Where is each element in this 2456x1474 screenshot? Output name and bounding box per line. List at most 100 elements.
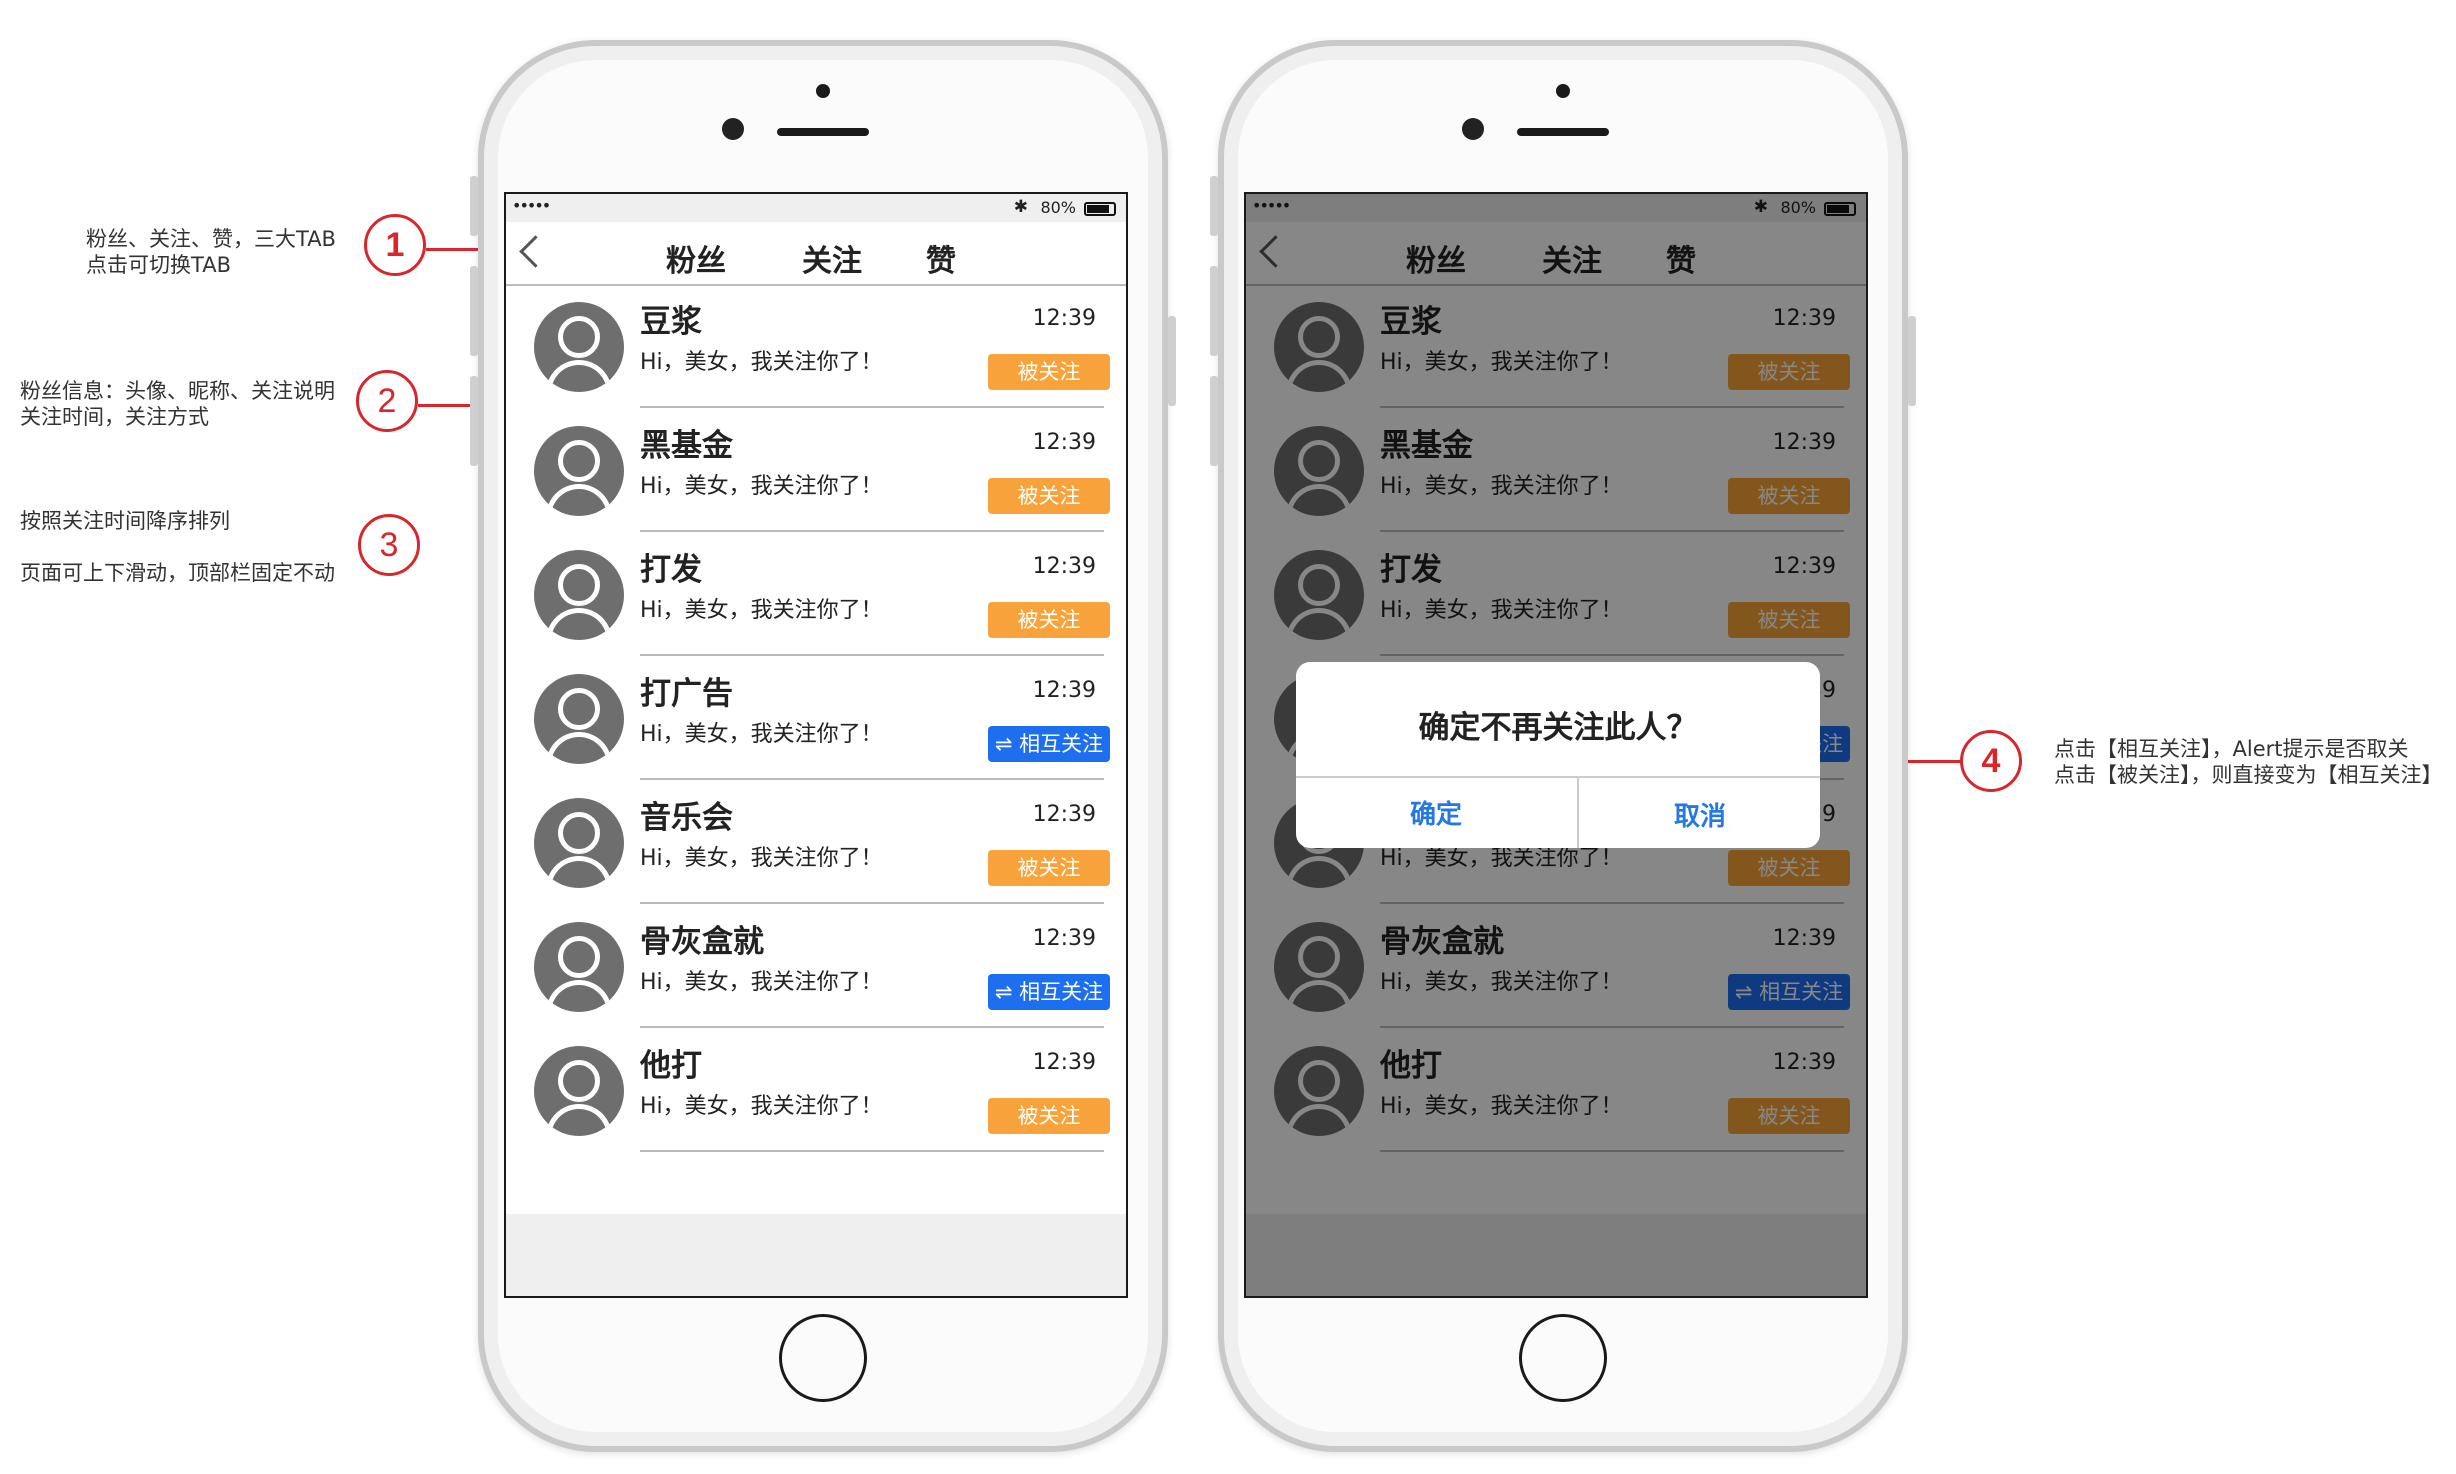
annotation-4-text: 点击【相互关注】，Alert提示是否取关 点击【被关注】，则直接变为【相互关注】 (2054, 736, 2443, 788)
annotation-badge-2: 2 (356, 370, 418, 432)
fan-nickname: 打广告 (640, 676, 733, 712)
avatar[interactable] (534, 798, 624, 888)
avatar[interactable] (534, 302, 624, 392)
annotation-badge-4: 4 (1960, 730, 2022, 792)
front-camera (1462, 118, 1484, 140)
avatar[interactable] (534, 674, 624, 764)
dialog-title: 确定不再关注此人？ (1418, 710, 1698, 746)
list-item[interactable]: 音乐会 Hi，美女，我关注你了！ 12:39 被关注 (506, 782, 1126, 904)
annotation-badge-3: 3 (358, 514, 420, 576)
follow-message: Hi，美女，我关注你了！ (640, 1094, 883, 1119)
confirm-button[interactable]: 确定 (1296, 794, 1576, 831)
fan-nickname: 打发 (640, 552, 702, 588)
follow-time: 12:39 (1032, 1050, 1096, 1075)
fan-nickname: 豆浆 (640, 304, 702, 340)
fan-nickname: 他打 (640, 1048, 702, 1084)
tab-fans[interactable]: 粉丝 (666, 236, 726, 292)
fans-list: 豆浆 Hi，美女，我关注你了！ 12:39 被关注 黑基金 Hi，美女，我关注你了！ 12:… (506, 286, 1126, 1214)
annotation-3-line-1: 按照关注时间降序排列 (20, 509, 230, 533)
avatar[interactable] (534, 922, 624, 1012)
fan-nickname: 音乐会 (640, 800, 733, 836)
list-item[interactable]: 他打 Hi，美女，我关注你了！ 12:39 被关注 (506, 1030, 1126, 1152)
dialog-divider (1296, 776, 1820, 778)
follow-message: Hi，美女，我关注你了！ (640, 350, 883, 375)
fan-nickname: 黑基金 (640, 428, 733, 464)
followed-button[interactable]: 被关注 (988, 850, 1110, 886)
home-button[interactable] (779, 1314, 867, 1402)
annotation-3-text: 按照关注时间降序排列 页面可上下滑动，顶部栏固定不动 (20, 508, 335, 586)
volume-side-button (1210, 266, 1218, 356)
follow-time: 12:39 (1032, 306, 1096, 331)
front-sensor (816, 84, 830, 98)
power-side-button (1908, 316, 1916, 406)
list-item[interactable]: 豆浆 Hi，美女，我关注你了！ 12:39 被关注 (506, 286, 1126, 408)
follow-message: Hi，美女，我关注你了！ (640, 970, 883, 995)
volume-side-button (470, 176, 478, 236)
home-button[interactable] (1519, 1314, 1607, 1402)
bluetooth-icon: ✱ (1013, 197, 1028, 217)
annotation-2-line-1: 粉丝信息：头像、昵称、关注说明 (20, 379, 335, 403)
follow-message: Hi，美女，我关注你了！ (640, 474, 883, 499)
list-item[interactable]: 黑基金 Hi，美女，我关注你了！ 12:39 被关注 (506, 410, 1126, 532)
avatar[interactable] (534, 550, 624, 640)
tab-likes[interactable]: 赞 (926, 236, 956, 280)
annotation-4-line-1: 点击【相互关注】，Alert提示是否取关 (2054, 737, 2409, 761)
avatar[interactable] (534, 426, 624, 516)
unfollow-alert-dialog: 确定不再关注此人？ 确定 取消 (1296, 662, 1820, 848)
back-chevron-icon[interactable] (519, 235, 552, 268)
follow-message: Hi，美女，我关注你了！ (640, 598, 883, 623)
earpiece-speaker (1517, 128, 1609, 136)
earpiece-speaker (777, 128, 869, 136)
follow-message: Hi，美女，我关注你了！ (640, 846, 883, 871)
status-bar: ••••• ✱ 80% (506, 194, 1126, 222)
front-sensor (1556, 84, 1570, 98)
phone-screen: ••••• ✱ 80% 粉丝 关注 赞 豆浆 Hi，美女，我关注你了！ 12:39 被… (504, 192, 1128, 1298)
phone-mockup-dialog: ••••• ✱ 80% 粉丝 关注 赞 豆浆 Hi，美女，我关注你了！ 12:39 被… (1210, 40, 1916, 1452)
annotation-badge-1: 1 (364, 214, 426, 276)
phone-screen: ••••• ✱ 80% 粉丝 关注 赞 豆浆 Hi，美女，我关注你了！ 12:39 被… (1244, 192, 1868, 1298)
followed-button[interactable]: 被关注 (988, 354, 1110, 390)
follow-time: 12:39 (1032, 802, 1096, 827)
volume-side-button (470, 376, 478, 466)
annotation-2-line-2: 关注时间，关注方式 (20, 405, 209, 429)
followed-button[interactable]: 被关注 (988, 602, 1110, 638)
volume-side-button (1210, 376, 1218, 466)
battery-icon (1084, 202, 1116, 216)
annotation-1-line-1: 粉丝、关注、赞，三大TAB (86, 227, 336, 251)
row-divider (640, 406, 1104, 408)
tab-following[interactable]: 关注 (802, 236, 862, 280)
row-divider (640, 530, 1104, 532)
row-divider (640, 654, 1104, 656)
annotation-4-line-2: 点击【被关注】，则直接变为【相互关注】 (2054, 763, 2443, 787)
followed-button[interactable]: 被关注 (988, 1098, 1110, 1134)
annotation-1-text: 粉丝、关注、赞，三大TAB 点击可切换TAB (86, 226, 336, 278)
phone-mockup-fans: ••••• ✱ 80% 粉丝 关注 赞 豆浆 Hi，美女，我关注你了！ 12:39 被… (470, 40, 1176, 1452)
follow-message: Hi，美女，我关注你了！ (640, 722, 883, 747)
signal-icon: ••••• (512, 196, 551, 215)
list-item[interactable]: 打广告 Hi，美女，我关注你了！ 12:39 ⇌ 相互关注 (506, 658, 1126, 780)
front-camera (722, 118, 744, 140)
avatar[interactable] (534, 1046, 624, 1136)
dialog-button-divider (1577, 776, 1579, 848)
list-item[interactable]: 打发 Hi，美女，我关注你了！ 12:39 被关注 (506, 534, 1126, 656)
followed-button[interactable]: 被关注 (988, 478, 1110, 514)
volume-side-button (1210, 176, 1218, 236)
follow-time: 12:39 (1032, 554, 1096, 579)
row-divider (640, 778, 1104, 780)
follow-time: 12:39 (1032, 678, 1096, 703)
volume-side-button (470, 266, 478, 356)
mutual-follow-button[interactable]: ⇌ 相互关注 (988, 974, 1110, 1010)
annotation-2-text: 粉丝信息：头像、昵称、关注说明 关注时间，关注方式 (20, 378, 335, 430)
annotation-1-line-2: 点击可切换TAB (86, 253, 231, 277)
annotation-3-line-2: 页面可上下滑动，顶部栏固定不动 (20, 561, 335, 585)
follow-time: 12:39 (1032, 926, 1096, 951)
row-divider (640, 1026, 1104, 1028)
mutual-follow-button[interactable]: ⇌ 相互关注 (988, 726, 1110, 762)
power-side-button (1168, 316, 1176, 406)
list-item[interactable]: 骨灰盒就 Hi，美女，我关注你了！ 12:39 ⇌ 相互关注 (506, 906, 1126, 1028)
top-nav-bar: 粉丝 关注 赞 (506, 222, 1126, 292)
row-divider (640, 1150, 1104, 1152)
battery-percent: 80% (1040, 198, 1076, 217)
cancel-button[interactable]: 取消 (1580, 796, 1820, 833)
fan-nickname: 骨灰盒就 (640, 924, 764, 960)
